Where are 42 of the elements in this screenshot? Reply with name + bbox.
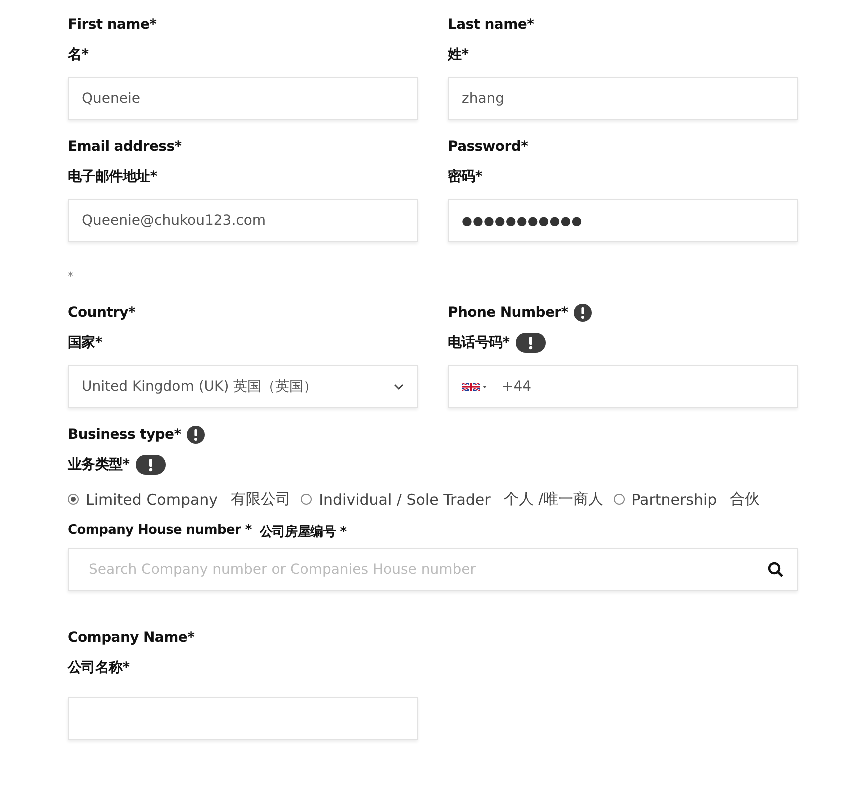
option-label[interactable]: 合伙 <box>730 490 760 509</box>
text-field[interactable]: Queenie@chukou123.com <box>68 199 418 242</box>
password-field[interactable]: ●●●●●●●●●●● <box>448 199 798 242</box>
field-label: Country* <box>68 305 136 321</box>
radio-button[interactable] <box>614 494 625 505</box>
field-label: 电话号码* <box>448 334 510 352</box>
field-label: 密码* <box>448 168 482 186</box>
radio-button[interactable] <box>68 494 79 505</box>
option-label[interactable]: Partnership <box>632 490 718 508</box>
field-label: 公司名称* <box>68 659 130 677</box>
phone-field[interactable]: +44 <box>448 365 798 408</box>
chevron-icon <box>394 384 404 390</box>
field-label: 姓* <box>448 46 469 64</box>
option-label[interactable]: Individual / Sole Trader <box>319 490 491 508</box>
field-label: Company House number * <box>68 523 252 540</box>
field-label: 业务类型* <box>68 456 130 474</box>
text-field[interactable] <box>68 697 418 740</box>
option-label[interactable]: 个人 /唯一商人 <box>504 490 604 509</box>
required-note: * <box>68 270 74 283</box>
field-label: Email address* <box>68 139 182 155</box>
info-icon[interactable] <box>516 333 546 353</box>
search-icon[interactable] <box>768 562 784 578</box>
field-label: 公司房屋编号 * <box>260 524 347 541</box>
flag-icon[interactable] <box>462 382 488 390</box>
field-label: 国家* <box>68 334 102 352</box>
field-label: First name* <box>68 17 157 33</box>
country-select[interactable]: United Kingdom (UK) 英国（英国） <box>68 365 418 408</box>
info-icon[interactable] <box>136 455 166 475</box>
option-label[interactable]: 有限公司 <box>231 490 292 509</box>
field-label: Password* <box>448 139 528 155</box>
field-label: Last name* <box>448 17 534 33</box>
text-field[interactable]: Queneie <box>68 77 418 120</box>
field-label: 名* <box>68 46 89 64</box>
field-label: 电子邮件地址* <box>68 168 158 186</box>
info-icon[interactable] <box>574 304 592 322</box>
field-label: Business type* <box>68 427 182 443</box>
info-icon[interactable] <box>187 426 206 444</box>
option-label[interactable]: Limited Company <box>86 490 218 508</box>
field-label: Company Name* <box>68 630 195 646</box>
radio-button[interactable] <box>301 494 312 505</box>
text-field[interactable]: zhang <box>448 77 798 120</box>
field-label: Phone Number* <box>448 305 568 321</box>
